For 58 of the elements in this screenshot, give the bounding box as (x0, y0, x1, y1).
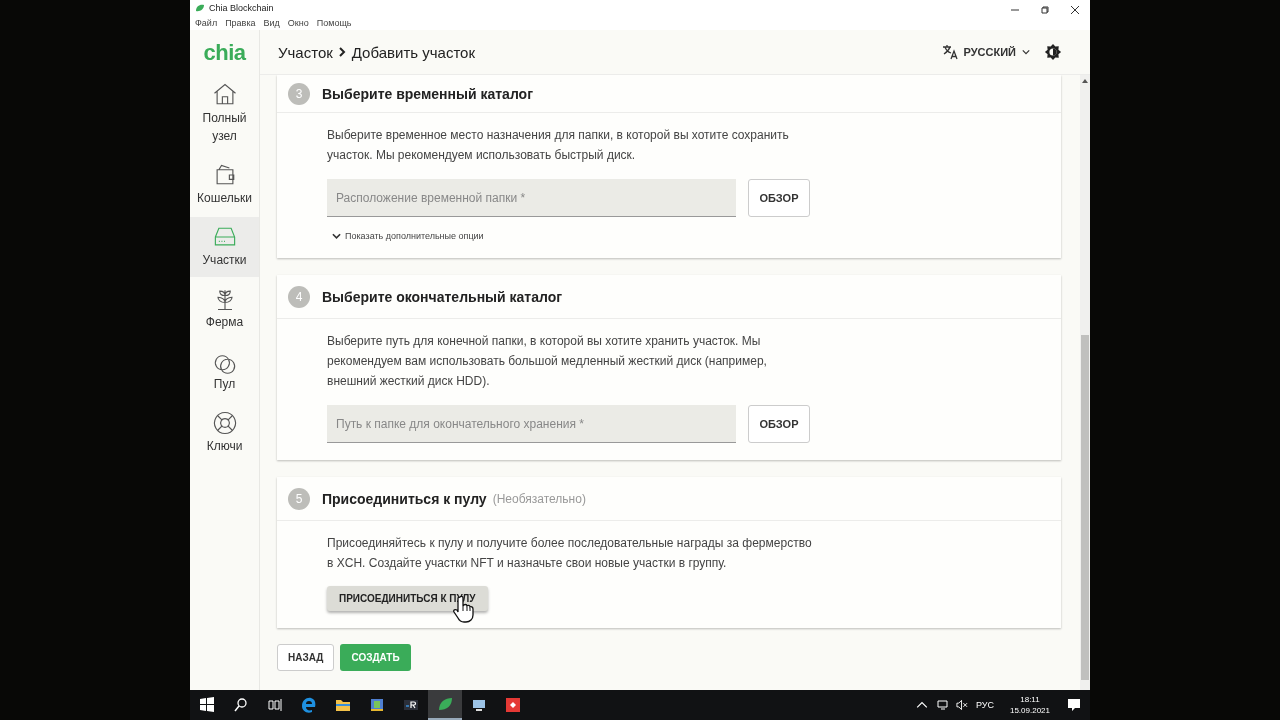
network-icon[interactable] (935, 699, 948, 711)
translate-icon[interactable] (941, 44, 958, 60)
step-number: 3 (288, 82, 310, 105)
caret-icon[interactable] (1022, 49, 1030, 55)
windows-icon (199, 697, 215, 713)
step-description: Выберите временное место назначения для папки, в которой вы хотите сохранить участок. Мы рекомендуем использовать быстрый диск. (327, 127, 790, 164)
step-description: Присоединяйтесь к пулу и получите более последовательные награды за фермерство в XCH. Создайте участки NFT и назначьте свои новые участки в группу. (327, 535, 812, 572)
menu-item[interactable]: Правка (225, 17, 256, 28)
step-title: Выберите окончательный каталог (322, 288, 563, 305)
logo: chia (203, 39, 246, 66)
options-toggle[interactable]: Показать дополнительные опции (327, 231, 1011, 241)
browse-button[interactable]: ОБЗОР (748, 179, 810, 217)
sidebar-item[interactable]: Кошельки (190, 155, 259, 215)
leaf-icon (437, 696, 453, 712)
menu-item[interactable]: Файл (195, 17, 218, 28)
back-button[interactable]: НАЗАД (277, 644, 335, 671)
step-title: Выберите временный каталог (322, 85, 533, 102)
search-icon (233, 697, 249, 713)
clock-date[interactable]: 15.09.2021 (1009, 705, 1050, 716)
restore-icon[interactable] (1040, 4, 1050, 15)
step-description: Выберите путь для конечной папки, в которой вы хотите хранить участок. Мы рекомендуем вам использовать большой медленный жесткий диск (например, внешний жесткий диск HDD). (327, 333, 768, 390)
task-view-icon (267, 697, 283, 713)
step-title: Присоединиться к пулу (322, 490, 487, 507)
menu-item[interactable]: Помощь (316, 17, 352, 28)
notification-icon[interactable] (1066, 697, 1082, 713)
sidebar-item[interactable]: Участки (190, 217, 259, 277)
browser-icon (301, 697, 317, 713)
folder-icon (335, 697, 351, 713)
sidebar-item[interactable]: Ключи (190, 403, 259, 463)
scroll-up-icon[interactable] (1082, 79, 1088, 83)
sidebar-item[interactable]: Полный узел (190, 75, 259, 153)
menu-item[interactable]: Вид (263, 17, 280, 28)
input-field[interactable]: Расположение временной папки * (327, 179, 736, 217)
sidebar-item[interactable]: Ферма (190, 279, 259, 339)
app-icon (403, 697, 419, 713)
browse-button[interactable]: ОБЗОР (748, 405, 810, 443)
chevron-icon (338, 47, 346, 57)
caret-icon (332, 233, 341, 239)
monitor-icon (471, 697, 487, 713)
volume-muted-icon[interactable] (955, 699, 968, 711)
sidebar-item[interactable]: Пул (190, 341, 259, 401)
breadcrumb-item: Добавить участок (351, 43, 476, 61)
breadcrumb-item[interactable]: Участок (278, 43, 333, 61)
chevron-up-icon[interactable] (915, 699, 928, 711)
input-field[interactable]: Путь к папке для окончательного хранения * (327, 405, 736, 443)
book-icon (369, 697, 385, 713)
clock-time[interactable]: 18:11 (1020, 694, 1040, 705)
close-icon[interactable] (1070, 4, 1080, 15)
optional-label: (Необязательно) (492, 491, 586, 506)
keyboard-language[interactable]: РУС (975, 700, 994, 710)
app-icon (505, 697, 521, 713)
theme-icon[interactable] (1044, 43, 1062, 61)
step-number: 5 (288, 487, 310, 510)
language-select[interactable]: РУССКИЙ (957, 46, 1022, 58)
window-title: Chia Blockchain (209, 2, 274, 13)
app-logo-icon (195, 3, 205, 12)
step-number: 4 (288, 285, 310, 308)
menu-item[interactable]: Окно (287, 17, 309, 28)
